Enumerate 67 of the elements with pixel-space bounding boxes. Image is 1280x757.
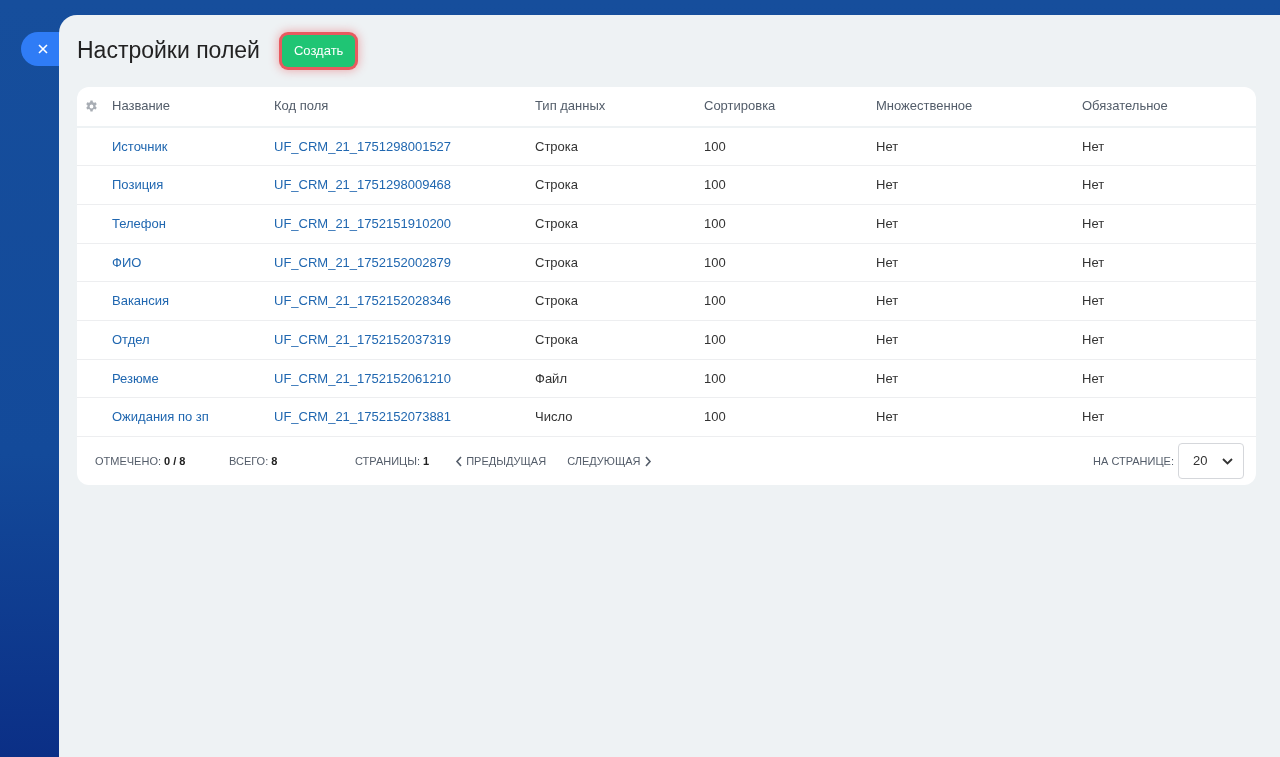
pages-count: СТРАНИЦЫ: 1	[355, 453, 430, 469]
type-cell-text: Строка	[535, 331, 578, 350]
multiple-cell-text: Нет	[876, 292, 899, 311]
type-cell-text: Строка	[535, 253, 578, 272]
required-cell-text: Нет	[1082, 137, 1105, 156]
field-name-link[interactable]: Источник	[112, 136, 168, 157]
required-cell-text: Нет	[1082, 253, 1105, 272]
previous-page-button[interactable]: ПРЕДЫДУЩАЯ	[455, 452, 547, 470]
field-name-link[interactable]: Вакансия	[112, 291, 170, 311]
field-code-link[interactable]: UF_CRM_21_1752152028346	[274, 291, 452, 311]
chevron-right-icon	[644, 455, 652, 467]
type-cell-text: Строка	[535, 292, 578, 311]
sort-cell-text: 100	[704, 253, 726, 272]
field-name-link[interactable]: Позиция	[112, 175, 164, 195]
type-cell-text: Строка	[535, 137, 578, 156]
chevron-left-icon	[455, 455, 463, 467]
field-code-link[interactable]: UF_CRM_21_1752152002879	[274, 252, 452, 273]
type-cell-text: Строка	[535, 176, 578, 195]
page-title: Настройки полей	[77, 36, 260, 65]
multiple-cell-text: Нет	[876, 253, 899, 272]
sort-cell-text: 100	[704, 331, 726, 350]
required-cell-text: Нет	[1082, 214, 1105, 233]
multiple-header[interactable]: Множественное	[876, 96, 973, 116]
sort-cell-text: 100	[704, 176, 726, 195]
sort-header[interactable]: Сортировка	[704, 96, 776, 116]
field-name-link[interactable]: Отдел	[112, 330, 150, 350]
type-cell-text: Файл	[535, 369, 567, 388]
checked-count: ОТМЕЧЕНО: 0 / 8	[95, 453, 187, 469]
sort-cell-text: 100	[704, 137, 726, 156]
close-icon	[38, 44, 48, 54]
sort-cell-text: 100	[704, 369, 726, 388]
code-header[interactable]: Код поля	[274, 96, 329, 116]
type-cell-text: Строка	[535, 214, 578, 233]
field-name-link[interactable]: Резюме	[112, 368, 159, 389]
next-page-button[interactable]: СЛЕДУЮЩАЯ	[567, 452, 652, 470]
field-name-link[interactable]: ФИО	[112, 252, 142, 273]
chevron-down-icon	[1222, 457, 1233, 465]
field-name-link[interactable]: Ожидания по зп	[112, 407, 209, 427]
required-cell-text: Нет	[1082, 292, 1105, 311]
field-code-link[interactable]: UF_CRM_21_1752152061210	[274, 368, 452, 389]
field-code-link[interactable]: UF_CRM_21_1752151910200	[274, 213, 452, 234]
per-page-label: НА СТРАНИЦЕ:	[1093, 453, 1174, 469]
close-button[interactable]	[21, 32, 61, 66]
field-code-link[interactable]: UF_CRM_21_1751298009468	[274, 175, 452, 195]
multiple-cell-text: Нет	[876, 369, 899, 388]
per-page-select[interactable]: 20	[1178, 443, 1244, 479]
sort-cell-text: 100	[704, 292, 726, 311]
multiple-cell-text: Нет	[876, 408, 899, 427]
multiple-cell-text: Нет	[876, 331, 899, 350]
multiple-cell-text: Нет	[876, 176, 899, 195]
name-header[interactable]: Название	[112, 96, 171, 116]
required-cell-text: Нет	[1082, 176, 1105, 195]
sort-cell-text: 100	[704, 214, 726, 233]
field-name-link[interactable]: Телефон	[112, 213, 166, 234]
sort-cell-text: 100	[704, 408, 726, 427]
total-count: ВСЕГО: 8	[229, 453, 279, 469]
required-cell-text: Нет	[1082, 408, 1105, 427]
multiple-cell-text: Нет	[876, 137, 899, 156]
field-code-link[interactable]: UF_CRM_21_1752152073881	[274, 407, 452, 427]
required-cell-text: Нет	[1082, 331, 1105, 350]
required-header[interactable]: Обязательное	[1082, 96, 1168, 116]
type-header[interactable]: Тип данных	[535, 96, 606, 116]
multiple-cell-text: Нет	[876, 214, 899, 233]
field-code-link[interactable]: UF_CRM_21_1752152037319	[274, 330, 452, 350]
required-cell-text: Нет	[1082, 369, 1105, 388]
type-cell-text: Число	[535, 408, 573, 427]
field-code-link[interactable]: UF_CRM_21_1751298001527	[274, 136, 452, 157]
